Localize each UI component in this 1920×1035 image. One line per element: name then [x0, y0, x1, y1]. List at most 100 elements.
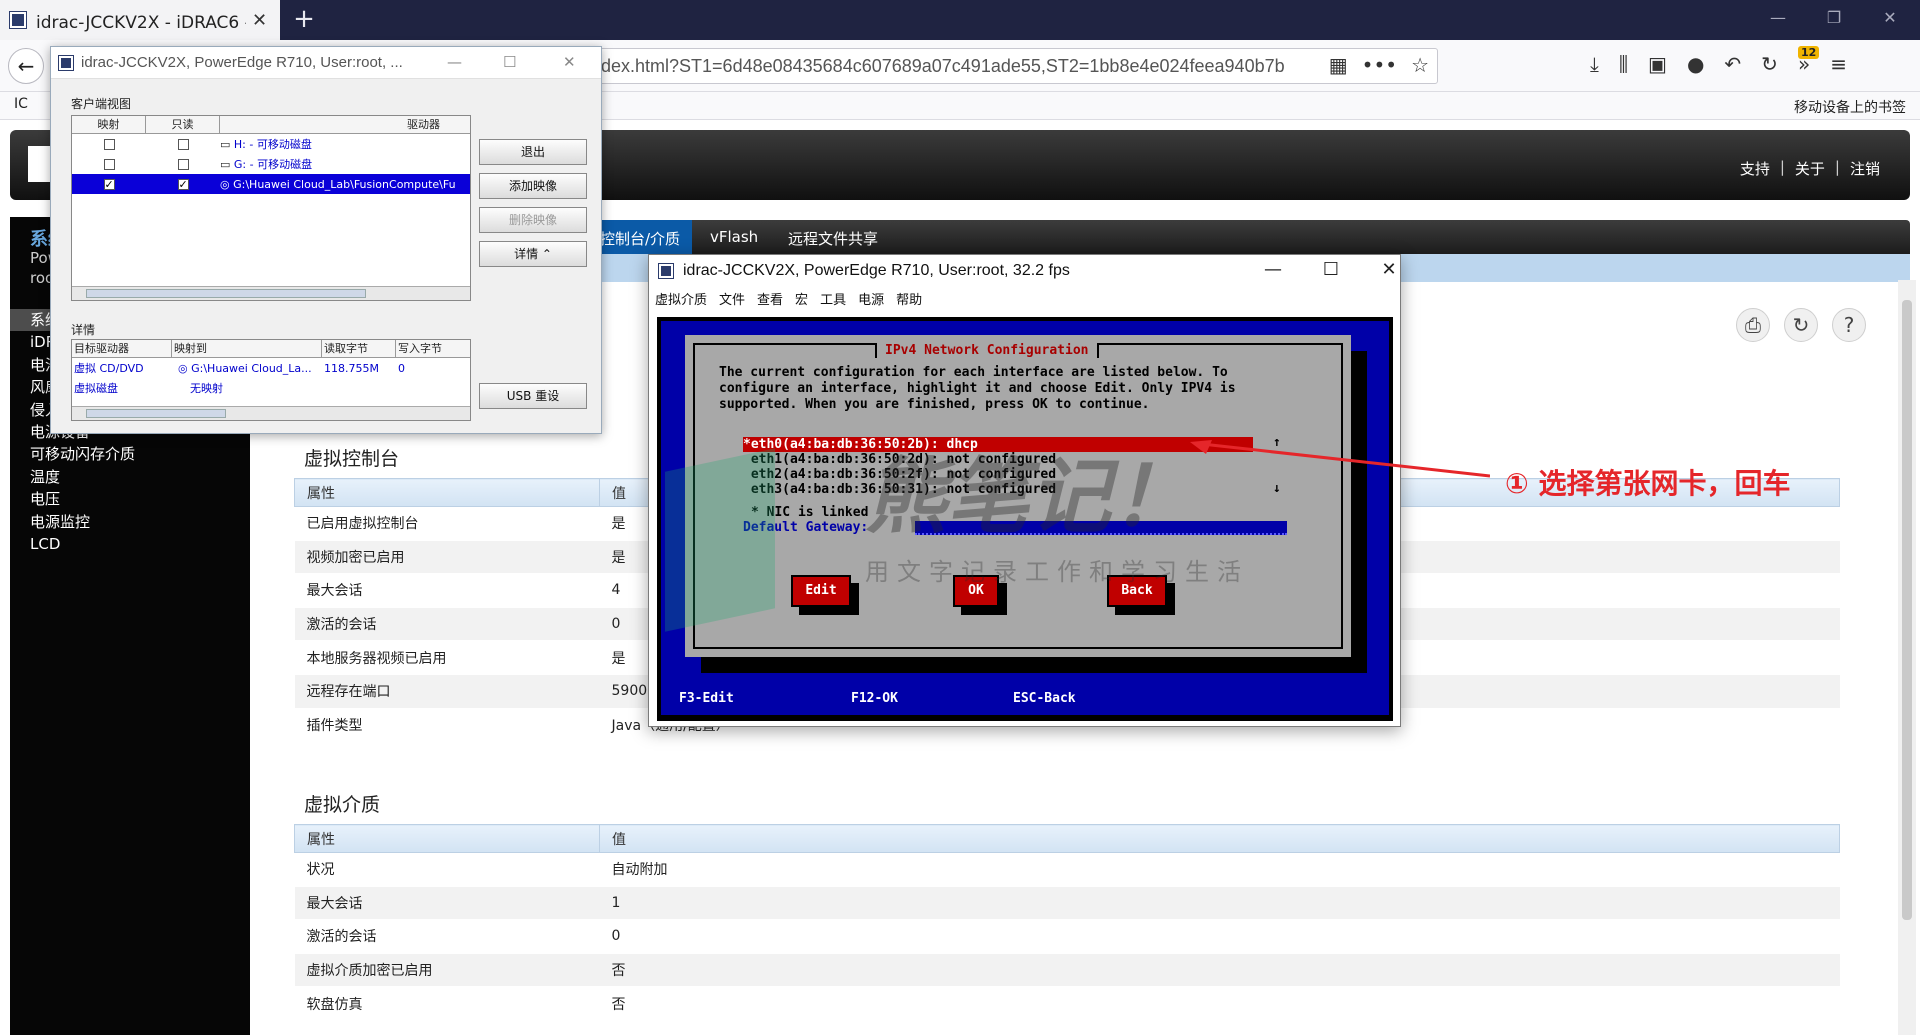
menu-file[interactable]: 文件 — [719, 289, 745, 308]
value-cell: 自动附加 — [599, 852, 1840, 887]
column-header: 映射到 — [172, 340, 322, 357]
default-gateway-field[interactable] — [915, 521, 1287, 535]
map-checkbox[interactable] — [103, 158, 115, 170]
add-image-button[interactable]: 添加映像 — [479, 173, 587, 199]
menu-tools[interactable]: 工具 — [820, 289, 846, 308]
close-tab-icon[interactable]: ✕ — [252, 10, 267, 31]
scrollbar-thumb[interactable] — [86, 289, 366, 298]
separator: | — [1834, 158, 1840, 176]
new-tab-button[interactable]: + — [288, 4, 320, 34]
close-icon[interactable]: ✕ — [563, 53, 576, 71]
remove-image-button[interactable]: 删除映像 — [479, 207, 587, 233]
readonly-checkbox-checked[interactable]: ✓ — [177, 178, 189, 190]
back-button[interactable]: ← — [8, 48, 44, 84]
tab-remote-file-share[interactable]: 远程文件共享 — [788, 228, 878, 249]
minimize-window-button[interactable]: — — [1758, 8, 1798, 27]
about-link[interactable]: 关于 — [1795, 158, 1825, 179]
virtual-media-dialog: idrac-JCCKV2X, PowerEdge R710, User:root… — [50, 46, 602, 434]
fkey-edit: F3-Edit — [679, 691, 734, 706]
scroll-down-arrow-icon: ↓ — [1273, 481, 1281, 496]
address-bar[interactable]: dex.html?ST1=6d48e08435684c607689a07c491… — [520, 48, 1438, 84]
remote-screen[interactable]: IPv4 Network Configuration The current c… — [657, 317, 1393, 721]
virtual-console-title: 虚拟控制台 — [304, 448, 400, 470]
property-cell: 已启用虚拟控制台 — [294, 506, 600, 541]
drive-row[interactable]: ▭ H: - 可移动磁盘 — [72, 134, 470, 154]
sidebar-item-lcd[interactable]: LCD — [10, 533, 250, 555]
sidebar-toggle-icon[interactable]: ▣ — [1648, 52, 1667, 76]
refresh-icon[interactable]: ↻ — [1784, 308, 1818, 342]
interface-eth3[interactable]: eth3(a4:ba:db:36:50:31): not configured — [743, 482, 1056, 497]
page-scrollbar[interactable] — [1898, 280, 1916, 1035]
addon-icon[interactable]: ↻ — [1761, 52, 1778, 76]
drive-row[interactable]: ▭ G: - 可移动磁盘 — [72, 154, 470, 174]
interface-eth2[interactable]: eth2(a4:ba:db:36:50:2f): not configured — [743, 467, 1056, 482]
library-icon[interactable]: ⫼ — [1619, 52, 1628, 76]
map-checkbox-checked[interactable]: ✓ — [103, 178, 115, 190]
edit-button[interactable]: Edit — [791, 575, 851, 607]
minimize-icon[interactable]: — — [1253, 259, 1293, 280]
property-cell: 状况 — [294, 852, 600, 887]
undo-icon[interactable]: ↶ — [1724, 52, 1741, 76]
interface-eth1[interactable]: eth1(a4:ba:db:36:50:2d): not configured — [743, 452, 1056, 467]
logout-link[interactable]: 注销 — [1850, 158, 1880, 179]
details-button[interactable]: 详情 ⌃ — [479, 241, 587, 267]
menu-power[interactable]: 电源 — [858, 289, 884, 308]
fkey-ok: F12-OK — [851, 691, 898, 706]
mobile-bookmarks[interactable]: 移动设备上的书签 — [1794, 97, 1906, 117]
disc-image-icon: ◎ — [178, 361, 192, 375]
detail-row: 虚拟 CD/DVD ◎ G:\Huawei Cloud_La... 118.75… — [72, 358, 470, 378]
column-header: 驱动器 — [407, 118, 440, 131]
bookmark-star-icon[interactable]: ☆ — [1411, 53, 1429, 77]
menu-view[interactable]: 查看 — [757, 289, 783, 308]
scrollbar-thumb[interactable] — [1902, 300, 1912, 920]
virtual-media-title: 虚拟介质 — [304, 794, 381, 816]
map-checkbox[interactable] — [103, 138, 115, 150]
usb-reset-button[interactable]: USB 重设 — [479, 383, 587, 409]
browser-tab[interactable]: idrac-JCCKV2X - iDRAC6 - 虚 ✕ — [0, 0, 280, 40]
minimize-icon[interactable]: — — [447, 53, 462, 71]
table-row: 最大会话 1 — [294, 886, 1840, 921]
value-cell: 否 — [599, 953, 1840, 988]
support-link[interactable]: 支持 — [1740, 158, 1770, 179]
column-header: 目标驱动器 — [72, 340, 172, 357]
menu-help[interactable]: 帮助 — [896, 289, 922, 308]
exit-button[interactable]: 退出 — [479, 139, 587, 165]
sidebar-item-flash-media[interactable]: 可移动闪存介质 — [10, 443, 250, 465]
back-button[interactable]: Back — [1107, 575, 1167, 607]
ok-button[interactable]: OK — [953, 575, 999, 607]
menu-macros[interactable]: 宏 — [795, 289, 808, 308]
drive-table-scrollbar[interactable] — [72, 286, 470, 300]
details-label: 详情 — [71, 323, 96, 337]
readonly-checkbox[interactable] — [177, 138, 189, 150]
help-icon[interactable]: ? — [1832, 308, 1866, 342]
sidebar-item-voltage[interactable]: 电压 — [10, 488, 250, 510]
value-cell: 0 — [599, 919, 1840, 954]
more-actions-icon[interactable]: ••• — [1362, 53, 1397, 77]
tab-console-media[interactable]: 控制台/介质 — [590, 220, 693, 254]
qr-code-icon[interactable]: ▦ — [1329, 53, 1348, 77]
download-icon[interactable]: ⤓ — [1590, 52, 1599, 76]
column-header: 属性 — [294, 824, 600, 853]
print-icon[interactable]: ⎙ — [1736, 308, 1770, 342]
close-icon[interactable]: ✕ — [1369, 259, 1409, 280]
tab-vflash[interactable]: vFlash — [710, 228, 758, 246]
nic-linked-note: * NIC is linked — [751, 505, 869, 520]
extension-icon[interactable]: ● — [1687, 52, 1704, 76]
dialog-description: The current configuration for each inter… — [719, 365, 1236, 412]
drive-row-selected[interactable]: ✓ ✓ ◎ G:\Huawei Cloud_Lab\FusionCompute\… — [72, 174, 470, 194]
sidebar-item-power-monitoring[interactable]: 电源监控 — [10, 511, 250, 533]
restore-window-button[interactable]: ❐ — [1814, 8, 1854, 27]
sidebar-item-temperature[interactable]: 温度 — [10, 466, 250, 488]
menu-virtual-media[interactable]: 虚拟介质 — [655, 289, 707, 308]
scrollbar-thumb[interactable] — [86, 409, 226, 418]
close-window-button[interactable]: ✕ — [1870, 8, 1910, 27]
menu-icon[interactable]: ≡ — [1830, 52, 1847, 76]
interface-eth0-selected[interactable]: *eth0(a4:ba:db:36:50:2b): dhcp — [743, 437, 1253, 452]
readonly-checkbox[interactable] — [177, 158, 189, 170]
bookmark-item[interactable]: IC — [14, 96, 28, 112]
table-row: 激活的会话 0 — [294, 919, 1840, 954]
column-header: 写入字节 — [398, 342, 442, 355]
maximize-icon[interactable]: ☐ — [503, 53, 516, 71]
maximize-icon[interactable]: ☐ — [1311, 259, 1351, 280]
details-table-scrollbar[interactable] — [72, 406, 470, 420]
